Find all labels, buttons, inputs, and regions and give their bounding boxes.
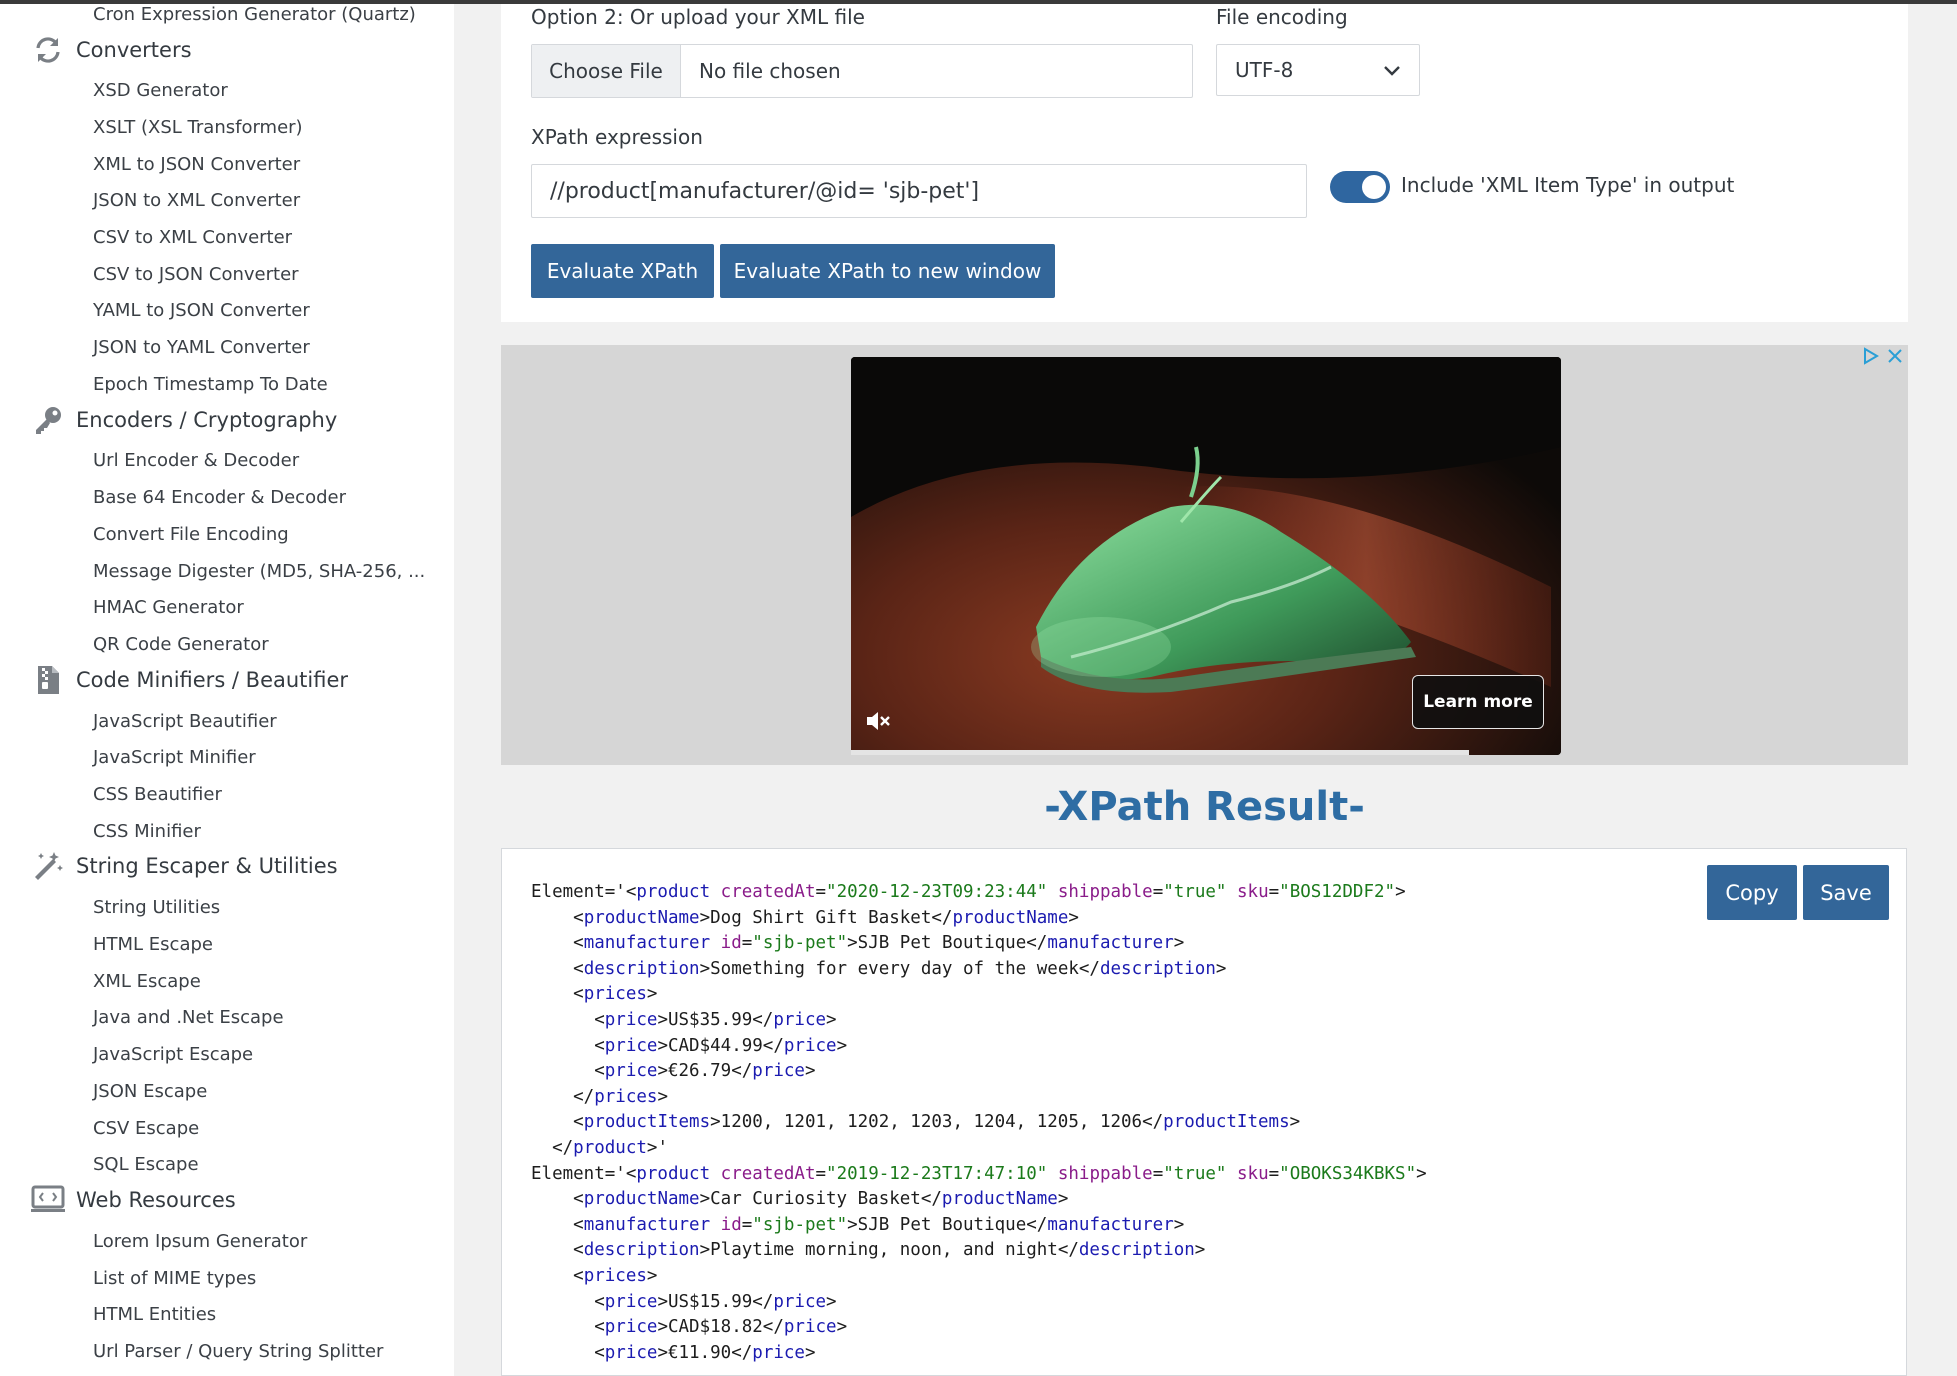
video-progress-bar[interactable] <box>851 750 1469 755</box>
sidebar-item[interactable]: HMAC Generator <box>93 597 244 619</box>
sidebar-item[interactable]: CSS Beautifier <box>93 784 222 806</box>
category-label: Encoders / Cryptography <box>76 408 338 432</box>
code-line: <productName>Car Curiosity Basket</produ… <box>531 1189 1069 1210</box>
sidebar-category-minifiers[interactable]: Code Minifiers / Beautifier <box>30 664 348 696</box>
sidebar-item[interactable]: CSV Escape <box>93 1118 199 1140</box>
save-button[interactable]: Save <box>1803 865 1889 920</box>
sidebar-item[interactable]: XSD Generator <box>93 80 228 102</box>
chevron-down-icon <box>1383 58 1401 82</box>
code-line: </prices> <box>531 1086 668 1107</box>
xpath-expression-input[interactable]: //product[manufacturer/@id= 'sjb-pet'] <box>531 164 1307 218</box>
sidebar-item[interactable]: SQL Escape <box>93 1154 199 1176</box>
code-line: <price>€11.90</price> <box>531 1342 816 1363</box>
encoding-label: File encoding <box>1216 5 1348 29</box>
sidebar-item[interactable]: JavaScript Beautifier <box>93 711 277 733</box>
code-line: <price>CAD$44.99</price> <box>531 1035 848 1056</box>
code-line: <manufacturer id="sjb-pet">SJB Pet Bouti… <box>531 1214 1185 1235</box>
sidebar-item[interactable]: Url Encoder & Decoder <box>93 450 299 472</box>
sidebar-item[interactable]: XML to JSON Converter <box>93 154 300 176</box>
sidebar-item-cron-expression-generator[interactable]: Cron Expression Generator (Quartz) <box>93 4 416 26</box>
sidebar-item[interactable]: Epoch Timestamp To Date <box>93 374 328 396</box>
code-line: <price>US$35.99</price> <box>531 1009 837 1030</box>
ad-info-icon[interactable] <box>1862 347 1880 369</box>
code-line: <prices> <box>531 1265 658 1286</box>
sidebar-item[interactable]: JSON Escape <box>93 1081 207 1103</box>
evaluate-xpath-new-window-button[interactable]: Evaluate XPath to new window <box>720 244 1055 298</box>
category-label: String Escaper & Utilities <box>76 854 338 878</box>
sidebar-category-encoders[interactable]: Encoders / Cryptography <box>30 404 337 436</box>
upload-label: Option 2: Or upload your XML file <box>531 5 865 29</box>
key-icon <box>30 404 66 436</box>
encoding-select[interactable]: UTF-8 <box>1216 44 1420 96</box>
sidebar-category-string-escaper[interactable]: String Escaper & Utilities <box>30 850 338 882</box>
file-upload-input[interactable]: Choose File No file chosen <box>531 44 1193 98</box>
sidebar-item[interactable]: Base 64 Encoder & Decoder <box>93 487 346 509</box>
toggle-label: Include 'XML Item Type' in output <box>1401 173 1735 197</box>
zip-file-icon <box>30 664 66 696</box>
include-item-type-toggle[interactable] <box>1330 171 1390 203</box>
code-line: <price>US$15.99</price> <box>531 1291 837 1312</box>
copy-button[interactable]: Copy <box>1707 865 1797 920</box>
sidebar-item[interactable]: CSV to XML Converter <box>93 227 292 249</box>
choose-file-button[interactable]: Choose File <box>532 45 681 97</box>
file-name-text: No file chosen <box>699 59 841 83</box>
code-line: </product>' <box>531 1137 668 1158</box>
category-label: Converters <box>76 38 192 62</box>
code-line: <manufacturer id="sjb-pet">SJB Pet Bouti… <box>531 933 1185 954</box>
sidebar-item[interactable]: HTML Entities <box>93 1304 216 1326</box>
sidebar-item[interactable]: Message Digester (MD5, SHA-256, ... <box>93 561 425 583</box>
sidebar-item[interactable]: Java and .Net Escape <box>93 1007 284 1029</box>
sidebar-item[interactable]: Lorem Ipsum Generator <box>93 1231 307 1253</box>
encoding-value: UTF-8 <box>1235 58 1294 82</box>
refresh-icon <box>30 34 66 66</box>
sidebar-item[interactable]: JSON to XML Converter <box>93 190 300 212</box>
monitor-icon <box>30 1184 66 1216</box>
sidebar-item[interactable]: JavaScript Escape <box>93 1044 253 1066</box>
mute-icon[interactable] <box>865 709 891 733</box>
category-label: Web Resources <box>76 1188 236 1212</box>
sidebar-item[interactable]: CSS Minifier <box>93 821 201 843</box>
category-label: Code Minifiers / Beautifier <box>76 668 349 692</box>
sidebar-item[interactable]: XML Escape <box>93 971 201 993</box>
ad-choices[interactable] <box>1858 347 1906 369</box>
xpath-result-code: Element='<product createdAt="2020-12-23T… <box>531 880 1427 1366</box>
sidebar-item[interactable]: XSLT (XSL Transformer) <box>93 117 303 139</box>
code-line: <prices> <box>531 984 658 1005</box>
sidebar-category-converters[interactable]: Converters <box>30 34 192 66</box>
sidebar: Cron Expression Generator (Quartz) Conve… <box>0 4 454 1376</box>
code-line: <price>€26.79</price> <box>531 1061 816 1082</box>
sidebar-item[interactable]: String Utilities <box>93 897 220 919</box>
code-line: <productItems>1200, 1201, 1202, 1203, 12… <box>531 1112 1301 1133</box>
learn-more-button[interactable]: Learn more <box>1412 675 1544 729</box>
magic-wand-icon <box>30 850 66 882</box>
sidebar-item[interactable]: QR Code Generator <box>93 634 269 656</box>
code-line: Element='<product createdAt="2020-12-23T… <box>531 882 1406 902</box>
code-line: <description>Playtime morning, noon, and… <box>531 1240 1206 1261</box>
sidebar-item[interactable]: JSON to YAML Converter <box>93 337 310 359</box>
sidebar-category-web-resources[interactable]: Web Resources <box>30 1184 236 1216</box>
toggle-knob <box>1362 175 1386 199</box>
code-line: Element='<product createdAt="2019-12-23T… <box>531 1163 1427 1184</box>
code-line: <productName>Dog Shirt Gift Basket</prod… <box>531 907 1079 928</box>
evaluate-xpath-button[interactable]: Evaluate XPath <box>531 244 714 298</box>
sidebar-item[interactable]: Convert File Encoding <box>93 524 289 546</box>
sidebar-item[interactable]: Url Parser / Query String Splitter <box>93 1341 383 1363</box>
sidebar-item[interactable]: HTML Escape <box>93 934 213 956</box>
code-line: <description>Something for every day of … <box>531 958 1227 979</box>
sidebar-item[interactable]: YAML to JSON Converter <box>93 300 310 322</box>
sidebar-item[interactable]: JavaScript Minifier <box>93 747 256 769</box>
sidebar-item[interactable]: List of MIME types <box>93 1268 256 1290</box>
code-line: <price>CAD$18.82</price> <box>531 1317 848 1338</box>
result-title: -XPath Result- <box>1044 784 1365 830</box>
close-icon[interactable] <box>1887 348 1903 368</box>
sidebar-item[interactable]: CSV to JSON Converter <box>93 264 299 286</box>
xpath-label: XPath expression <box>531 125 703 149</box>
